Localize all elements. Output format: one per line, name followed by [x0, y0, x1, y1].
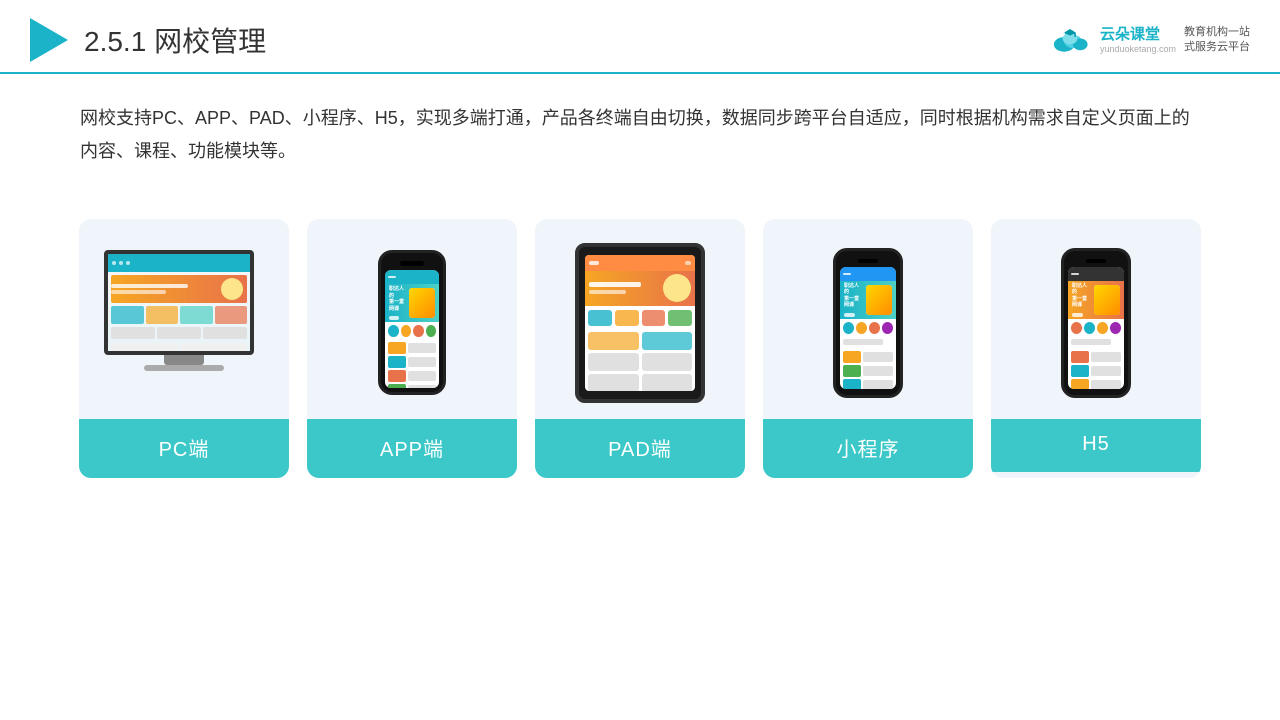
card-pc: PC端 — [79, 219, 289, 478]
logo-slogan: 教育机构一站式服务云平台 — [1184, 25, 1250, 56]
cloud-logo-icon — [1048, 25, 1092, 55]
pc-screen — [104, 250, 254, 355]
card-pc-image — [79, 219, 289, 419]
pad-tablet-mockup — [575, 243, 705, 403]
card-pad-image — [535, 219, 745, 419]
miniapp-phone-mockup: 职达人的第一堂网课 — [833, 248, 903, 398]
card-pad: PAD端 — [535, 219, 745, 478]
page-title: 2.5.1 网校管理 — [84, 20, 266, 60]
card-h5-label: H5 — [991, 419, 1201, 472]
app-phone-mockup: 职达人的第一堂网课 — [378, 250, 446, 395]
description-text: 网校支持PC、APP、PAD、小程序、H5，实现多端打通，产品各终端自由切换，数… — [0, 74, 1280, 179]
card-pad-label: PAD端 — [535, 419, 745, 478]
cards-container: PC端 职达人的第一堂网课 — [0, 189, 1280, 498]
title-text: 网校管理 — [154, 26, 266, 57]
card-miniapp: 职达人的第一堂网课 — [763, 219, 973, 478]
header-left: 2.5.1 网校管理 — [30, 18, 266, 62]
card-app: 职达人的第一堂网课 — [307, 219, 517, 478]
card-app-image: 职达人的第一堂网课 — [307, 219, 517, 419]
logo-name: 云朵课堂 — [1100, 26, 1160, 44]
logo-area: 云朵课堂 yunduoketang.com 教育机构一站式服务云平台 — [1048, 25, 1250, 56]
pc-mockup — [104, 250, 264, 395]
header: 2.5.1 网校管理 云朵课堂 yunduoketang.com 教育机构一站式… — [0, 0, 1280, 74]
card-h5-image: 职达人的第一堂网课 — [991, 219, 1201, 419]
card-app-label: APP端 — [307, 419, 517, 478]
card-pc-label: PC端 — [79, 419, 289, 478]
title-number: 2.5.1 — [84, 26, 146, 57]
play-icon — [30, 18, 68, 62]
card-miniapp-label: 小程序 — [763, 419, 973, 478]
logo-url: yunduoketang.com — [1100, 44, 1176, 54]
card-h5: 职达人的第一堂网课 — [991, 219, 1201, 478]
logo-text-area: 云朵课堂 yunduoketang.com — [1100, 26, 1176, 54]
h5-phone-mockup: 职达人的第一堂网课 — [1061, 248, 1131, 398]
card-miniapp-image: 职达人的第一堂网课 — [763, 219, 973, 419]
description-content: 网校支持PC、APP、PAD、小程序、H5，实现多端打通，产品各终端自由切换，数… — [80, 102, 1200, 169]
